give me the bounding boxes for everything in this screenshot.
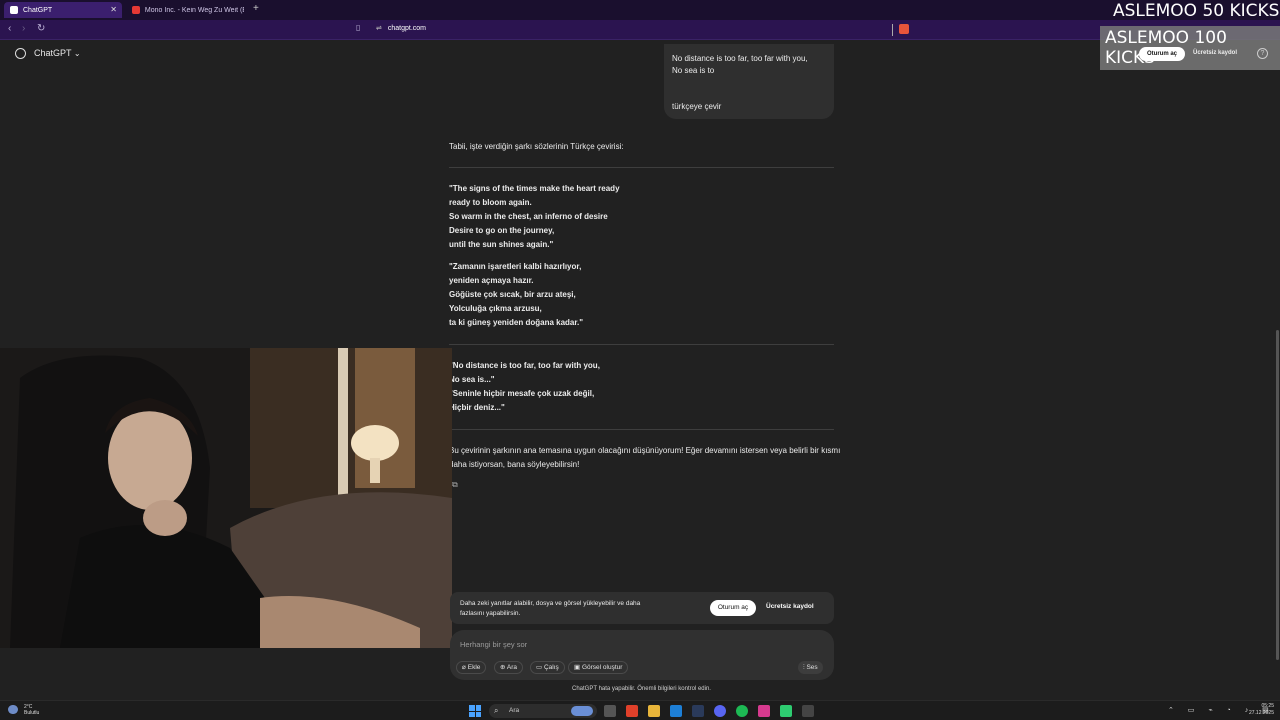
reload-icon[interactable]: ↻ (37, 23, 45, 34)
divider (449, 167, 834, 168)
header-login-button[interactable]: Oturum aç (1139, 47, 1185, 61)
header-signup-button[interactable]: Ücretsiz kaydol (1193, 50, 1237, 56)
attach-label: Ekle (467, 664, 481, 671)
tab-chatgpt[interactable]: ChatGPT ✕ (4, 2, 122, 18)
task-view-icon[interactable] (604, 705, 616, 717)
stream-overlay-kicks-100: ASLEMOO 100 KICKS (1100, 26, 1280, 70)
book-icon: ▭ (536, 664, 544, 671)
assistant-outro: daha istiyorsan, bana söyleyebilirsin! (449, 460, 580, 469)
assistant-intro: Tabii, işte verdiğin şarkı sözlerinin Tü… (449, 142, 624, 151)
instagram-icon[interactable] (758, 705, 770, 717)
user-message-line: No distance is too far, too far with you… (672, 54, 808, 63)
signup-banner: Daha zeki yanıtlar alabilir, dosya ve gö… (450, 592, 834, 624)
model-selector[interactable]: ChatGPT ⌄ (34, 48, 81, 58)
translation-line: Göğüste çok sıcak, bir arzu ateşi, (449, 290, 576, 299)
composer: Herhangi bir şey sor ⌀ Ekle ⊕ Ara ▭ Çalı… (450, 630, 834, 680)
stream-overlay-kicks-50: ASLEMOO 50 KICKS (1113, 1, 1280, 21)
new-tab-button[interactable]: + (253, 3, 259, 14)
divider (449, 344, 834, 345)
banner-signup-button[interactable]: Ücretsiz kaydol (766, 603, 814, 610)
forward-icon[interactable]: › (22, 23, 25, 34)
close-tab-icon[interactable]: ✕ (110, 5, 117, 14)
brave-shield-icon[interactable] (899, 24, 909, 34)
lyric-line: "The signs of the times make the heart r… (449, 184, 620, 193)
webcam-overlay (0, 348, 452, 648)
outlook-icon[interactable] (670, 705, 682, 717)
cloud-icon (8, 705, 18, 714)
obs-icon[interactable] (802, 705, 814, 717)
browser-tab-bar: ChatGPT ✕ Mono Inc. - Kein Weg Zu Weit (… (0, 0, 1280, 20)
translation-line: "Seninle hiçbir mesafe çok uzak değil, (449, 389, 595, 398)
taskbar-search-label: Ara (509, 707, 520, 714)
globe-icon: ⊕ (500, 664, 507, 671)
lyric-line: until the sun shines again." (449, 240, 554, 249)
chatgpt-favicon-icon (10, 6, 18, 14)
discord-icon[interactable] (714, 705, 726, 717)
lyric-line: Desire to go on the journey, (449, 226, 555, 235)
user-message-request: türkçeye çevir (672, 102, 722, 111)
user-message-bubble: No distance is too far, too far with you… (664, 44, 834, 119)
bookmark-icon[interactable]: ▯ (356, 23, 360, 32)
brave-browser-icon[interactable] (626, 705, 638, 717)
chevron-down-icon: ⌄ (73, 49, 81, 58)
search-highlight-icon (571, 706, 593, 716)
lyric-line: "No distance is too far, too far with yo… (449, 361, 600, 370)
chatgpt-logo-icon (15, 48, 26, 59)
lyric-line: No sea is..." (449, 375, 495, 384)
lyric-line: ready to bloom again. (449, 198, 532, 207)
tab-label: Mono Inc. - Kein Weg Zu Weit (Englis (144, 6, 244, 14)
voice-button[interactable]: ⫶ Ses (798, 661, 823, 674)
translation-line: yeniden açmaya hazır. (449, 276, 534, 285)
translation-line: ta ki güneş yeniden doğana kadar." (449, 318, 584, 327)
clock-time: 05:25 (1261, 703, 1274, 709)
search-label: Ara (506, 664, 518, 671)
file-explorer-icon[interactable] (648, 705, 660, 717)
youtube-favicon-icon (132, 6, 140, 14)
disclaimer: ChatGPT hata yapabilir. Önemli bilgileri… (572, 686, 711, 692)
translation-line: "Zamanın işaretleri kalbi hazırlıyor, (449, 262, 582, 271)
url-text: chatgpt.com (387, 25, 427, 32)
assistant-outro: Bu çevirinin şarkının ana temasına uygun… (449, 446, 841, 455)
site-settings-icon[interactable]: ⇌ (376, 25, 382, 32)
spotify-icon[interactable] (736, 705, 748, 717)
clock-date: 27.12.2025 (1248, 710, 1274, 716)
search-button[interactable]: ⊕ Ara (494, 661, 524, 674)
copy-icon[interactable]: ⧉ (452, 480, 458, 490)
webcam-scene (0, 348, 452, 648)
model-name: ChatGPT (34, 48, 72, 58)
search-icon: ⌕ (494, 706, 499, 715)
divider (892, 24, 893, 36)
tab-mono-inc[interactable]: Mono Inc. - Kein Weg Zu Weit (Englis (126, 2, 244, 18)
create-image-button[interactable]: ▣ Görsel oluştur (568, 661, 629, 674)
lyric-line: So warm in the chest, an inferno of desi… (449, 212, 608, 221)
page-scrollbar[interactable] (1276, 330, 1279, 660)
taskbar-search[interactable]: ⌕ Ara (489, 704, 597, 718)
kick-icon[interactable] (780, 705, 792, 717)
steam-icon[interactable] (692, 705, 704, 717)
browser-nav-bar: ‹ › ↻ ▯ ⇌ chatgpt.com (0, 20, 1280, 40)
study-button[interactable]: ▭ Çalış (530, 661, 565, 674)
address-bar[interactable]: ⇌ chatgpt.com (376, 24, 426, 32)
signup-banner-text: Daha zeki yanıtlar alabilir, dosya ve gö… (460, 600, 641, 617)
help-icon[interactable]: ? (1257, 48, 1268, 59)
windows-taskbar: 2°C Bulutlu ⌕ Ara ⌃ ▭ ⌁ ◔ ♪ ▤ 05:25 27.12… (0, 700, 1280, 720)
study-label: Çalış (543, 664, 559, 671)
voice-label: Ses (806, 664, 818, 671)
clock[interactable]: 05:25 27.12.2025 (1244, 703, 1274, 717)
prompt-input[interactable]: Herhangi bir şey sor (460, 640, 527, 649)
attach-button[interactable]: ⌀ Ekle (456, 661, 487, 674)
image-icon: ▣ (574, 664, 582, 671)
translation-line: Hiçbir deniz..." (449, 403, 505, 412)
back-icon[interactable]: ‹ (8, 23, 11, 34)
divider (449, 429, 834, 430)
translation-line: Yolculuğa çıkma arzusu, (449, 304, 542, 313)
weather-desc: Bulutlu (24, 710, 40, 716)
user-message-line: No sea is to (672, 66, 715, 75)
create-image-label: Görsel oluştur (581, 664, 623, 671)
start-button[interactable] (469, 705, 481, 717)
tab-label: ChatGPT (23, 6, 53, 14)
banner-login-button[interactable]: Oturum aç (710, 600, 756, 616)
